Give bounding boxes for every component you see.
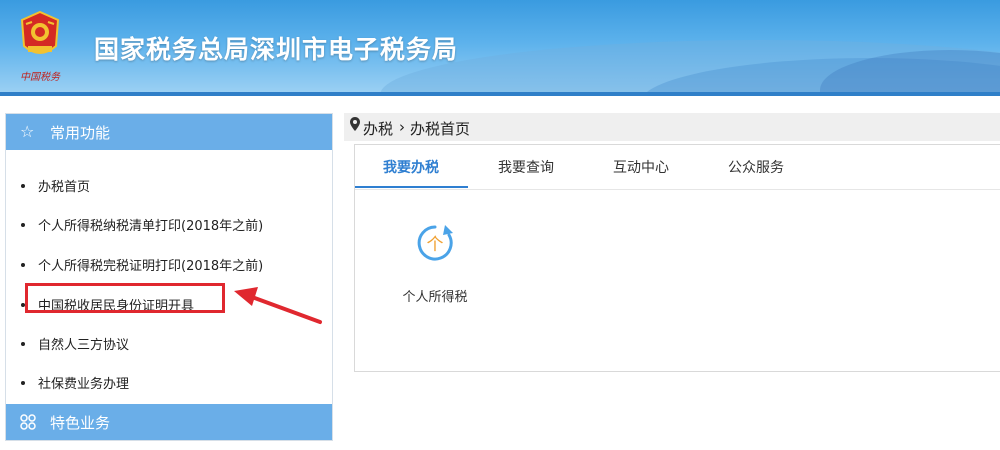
service-personal-income-tax[interactable]: 个 个人所得税 bbox=[395, 223, 495, 305]
personal-tax-glyph: 个 bbox=[427, 235, 444, 255]
service-label: 个人所得税 bbox=[402, 290, 468, 305]
sidebar-item-label: 个人所得税纳税清单打印(2018年之前) bbox=[38, 219, 264, 234]
sidebar-item-tax-list-print[interactable]: 个人所得税纳税清单打印(2018年之前) bbox=[6, 208, 332, 238]
sidebar-header-common[interactable]: ☆ 常用功能 bbox=[6, 114, 332, 150]
site-title: 国家税务总局深圳市电子税务局 bbox=[94, 35, 459, 64]
bullet bbox=[21, 263, 25, 267]
sidebar-item-social-insurance[interactable]: 社保费业务办理 bbox=[6, 366, 332, 396]
tab-public-service[interactable]: 公众服务 bbox=[728, 157, 784, 177]
tax-emblem-icon bbox=[20, 10, 60, 54]
bullet bbox=[21, 184, 25, 188]
sidebar-header-label: 常用功能 bbox=[50, 124, 111, 142]
sidebar-item-tripartite-agreement[interactable]: 自然人三方协议 bbox=[6, 327, 332, 357]
sidebar: ☆ 常用功能 办税首页 个人所得税纳税清单打印(2018年之前) 个人所得税完税… bbox=[5, 113, 333, 441]
star-outline-icon: ☆ bbox=[20, 122, 35, 141]
bullet bbox=[21, 223, 25, 227]
breadcrumb-level2: 办税首页 bbox=[410, 120, 471, 138]
active-tab-indicator bbox=[355, 186, 468, 188]
location-pin-icon bbox=[350, 117, 360, 135]
bullet bbox=[21, 342, 25, 346]
grid-circles-icon bbox=[20, 412, 36, 432]
sidebar-item-home[interactable]: 办税首页 bbox=[6, 169, 332, 199]
breadcrumb-separator: › bbox=[399, 118, 405, 136]
sidebar-item-label: 自然人三方协议 bbox=[38, 338, 130, 353]
personal-tax-icon: 个 bbox=[417, 225, 453, 261]
bullet bbox=[21, 381, 25, 385]
sidebar-item-label: 办税首页 bbox=[38, 180, 91, 195]
breadcrumb-level1[interactable]: 办税 bbox=[363, 118, 393, 139]
header-divider bbox=[0, 92, 1000, 96]
tab-bar: 我要办税 我要查询 互动中心 公众服务 bbox=[355, 145, 1000, 190]
tab-query[interactable]: 我要查询 bbox=[498, 157, 554, 177]
site-header: 中国税务 国家税务总局深圳市电子税务局 bbox=[0, 0, 1000, 96]
tab-interaction-center[interactable]: 互动中心 bbox=[613, 157, 669, 177]
sidebar-header-special[interactable]: 特色业务 bbox=[6, 404, 332, 440]
emblem-motto: 中国税务 bbox=[20, 72, 60, 83]
sidebar-item-label: 社保费业务办理 bbox=[38, 377, 130, 392]
sidebar-item-tax-certificate-print[interactable]: 个人所得税完税证明打印(2018年之前) bbox=[6, 248, 332, 278]
annotation-arrow-icon bbox=[234, 287, 322, 324]
tab-handle-tax[interactable]: 我要办税 bbox=[383, 157, 439, 177]
sidebar-header-label: 特色业务 bbox=[50, 414, 111, 432]
sidebar-item-label: 个人所得税完税证明打印(2018年之前) bbox=[38, 259, 264, 274]
highlight-box bbox=[25, 283, 225, 313]
main-panel: 我要办税 我要查询 互动中心 公众服务 个 个人所得税 bbox=[354, 144, 1000, 372]
breadcrumb: 办税 › 办税首页 bbox=[344, 113, 1000, 141]
